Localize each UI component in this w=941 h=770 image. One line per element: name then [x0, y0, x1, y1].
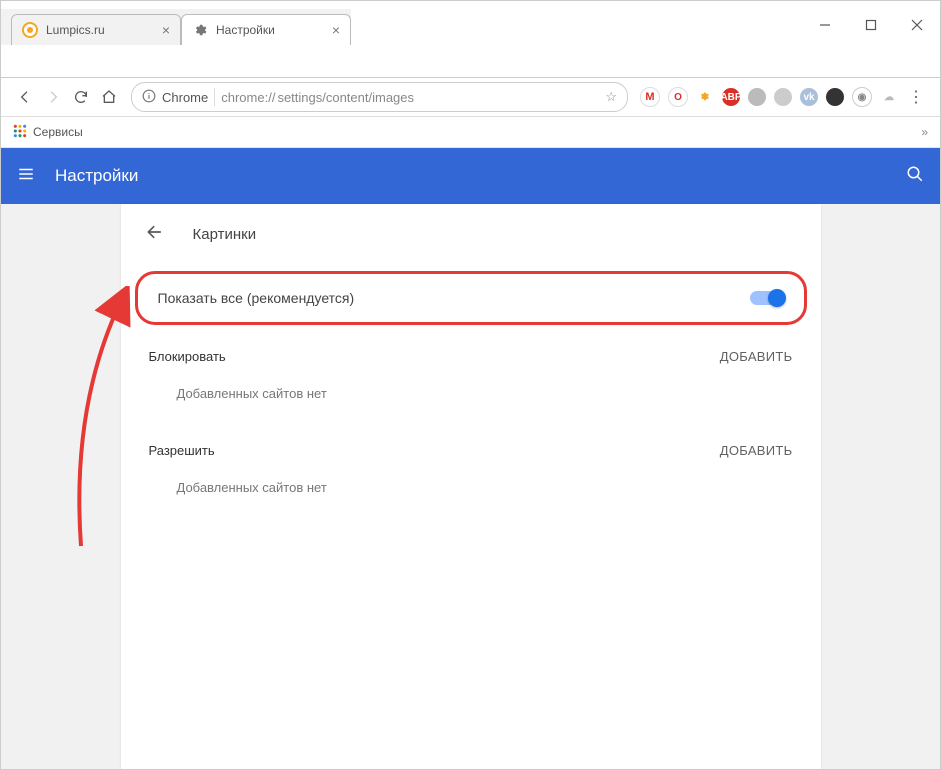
images-toggle-label: Показать все (рекомендуется): [158, 290, 355, 306]
settings-title: Настройки: [55, 166, 138, 186]
apps-grid-icon: [13, 124, 27, 141]
bookmarks-overflow-icon[interactable]: »: [921, 125, 928, 139]
hamburger-menu-icon[interactable]: [17, 165, 35, 188]
images-toggle-row[interactable]: Показать все (рекомендуется): [135, 271, 807, 325]
tab-lumpics[interactable]: Lumpics.ru ×: [11, 14, 181, 45]
block-empty-text: Добавленных сайтов нет: [121, 382, 821, 425]
allow-section-header: Разрешить ДОБАВИТЬ: [121, 425, 821, 476]
extension-icon-dark[interactable]: [826, 88, 844, 106]
toggle-switch[interactable]: [750, 291, 784, 305]
tab-title: Lumpics.ru: [46, 23, 105, 37]
extension-icon-grey2[interactable]: [774, 88, 792, 106]
extension-icon-eye[interactable]: ◉: [852, 87, 872, 107]
address-bar[interactable]: Chrome chrome://settings/content/images …: [131, 82, 628, 112]
back-button[interactable]: [11, 83, 39, 111]
forward-button[interactable]: [39, 83, 67, 111]
window-maximize-button[interactable]: [848, 9, 894, 41]
extension-icon-gmail[interactable]: M: [640, 87, 660, 107]
reload-button[interactable]: [67, 83, 95, 111]
settings-app-bar: Настройки: [1, 148, 940, 204]
window-close-button[interactable]: [894, 9, 940, 41]
extension-icon-cloud[interactable]: ☁: [880, 88, 898, 106]
tab-settings[interactable]: Настройки ×: [181, 14, 351, 45]
home-button[interactable]: [95, 83, 123, 111]
info-icon: [142, 89, 156, 106]
extension-icon-vk[interactable]: vk: [800, 88, 818, 106]
browser-window: Lumpics.ru × Настройки × Chr: [0, 0, 941, 770]
allow-empty-text: Добавленных сайтов нет: [121, 476, 821, 519]
back-arrow-icon[interactable]: [145, 222, 165, 247]
extension-icon-grey1[interactable]: [748, 88, 766, 106]
tab-title: Настройки: [216, 23, 275, 37]
bookmarks-bar: Сервисы »: [1, 117, 940, 148]
bookmark-apps-label: Сервисы: [33, 125, 83, 139]
tab-favicon-lumpics: [22, 22, 38, 38]
extension-icon-opera[interactable]: O: [668, 87, 688, 107]
block-section-header: Блокировать ДОБАВИТЬ: [121, 331, 821, 382]
browser-toolbar: Chrome chrome://settings/content/images …: [1, 78, 940, 117]
tab-close-icon[interactable]: ×: [160, 22, 172, 38]
gear-icon: [192, 22, 208, 38]
panel-header: Картинки: [121, 204, 821, 265]
extensions-area: M O ✽ ABP vk ◉ ☁: [636, 87, 902, 107]
allow-add-button[interactable]: ДОБАВИТЬ: [720, 443, 793, 458]
tab-strip: Lumpics.ru × Настройки ×: [1, 9, 351, 45]
window-minimize-button[interactable]: [802, 9, 848, 41]
search-icon[interactable]: [906, 165, 924, 188]
block-heading: Блокировать: [149, 349, 226, 364]
extension-icon-paw[interactable]: ✽: [696, 88, 714, 106]
allow-heading: Разрешить: [149, 443, 215, 458]
panel-title: Картинки: [193, 226, 257, 243]
url-host: chrome://: [221, 90, 275, 105]
url-scheme-label: Chrome: [162, 90, 208, 105]
block-add-button[interactable]: ДОБАВИТЬ: [720, 349, 793, 364]
page-content: Настройки Картинки Показать все (рекомен…: [1, 148, 940, 769]
tab-close-icon[interactable]: ×: [330, 22, 342, 38]
bookmark-star-icon[interactable]: ☆: [605, 89, 617, 105]
browser-menu-button[interactable]: ⋮: [902, 83, 930, 111]
settings-panel: Картинки Показать все (рекомендуется) Бл…: [121, 204, 821, 769]
extension-icon-adblock[interactable]: ABP: [722, 88, 740, 106]
bookmark-apps[interactable]: Сервисы: [13, 124, 83, 141]
url-path: settings/content/images: [277, 90, 414, 105]
